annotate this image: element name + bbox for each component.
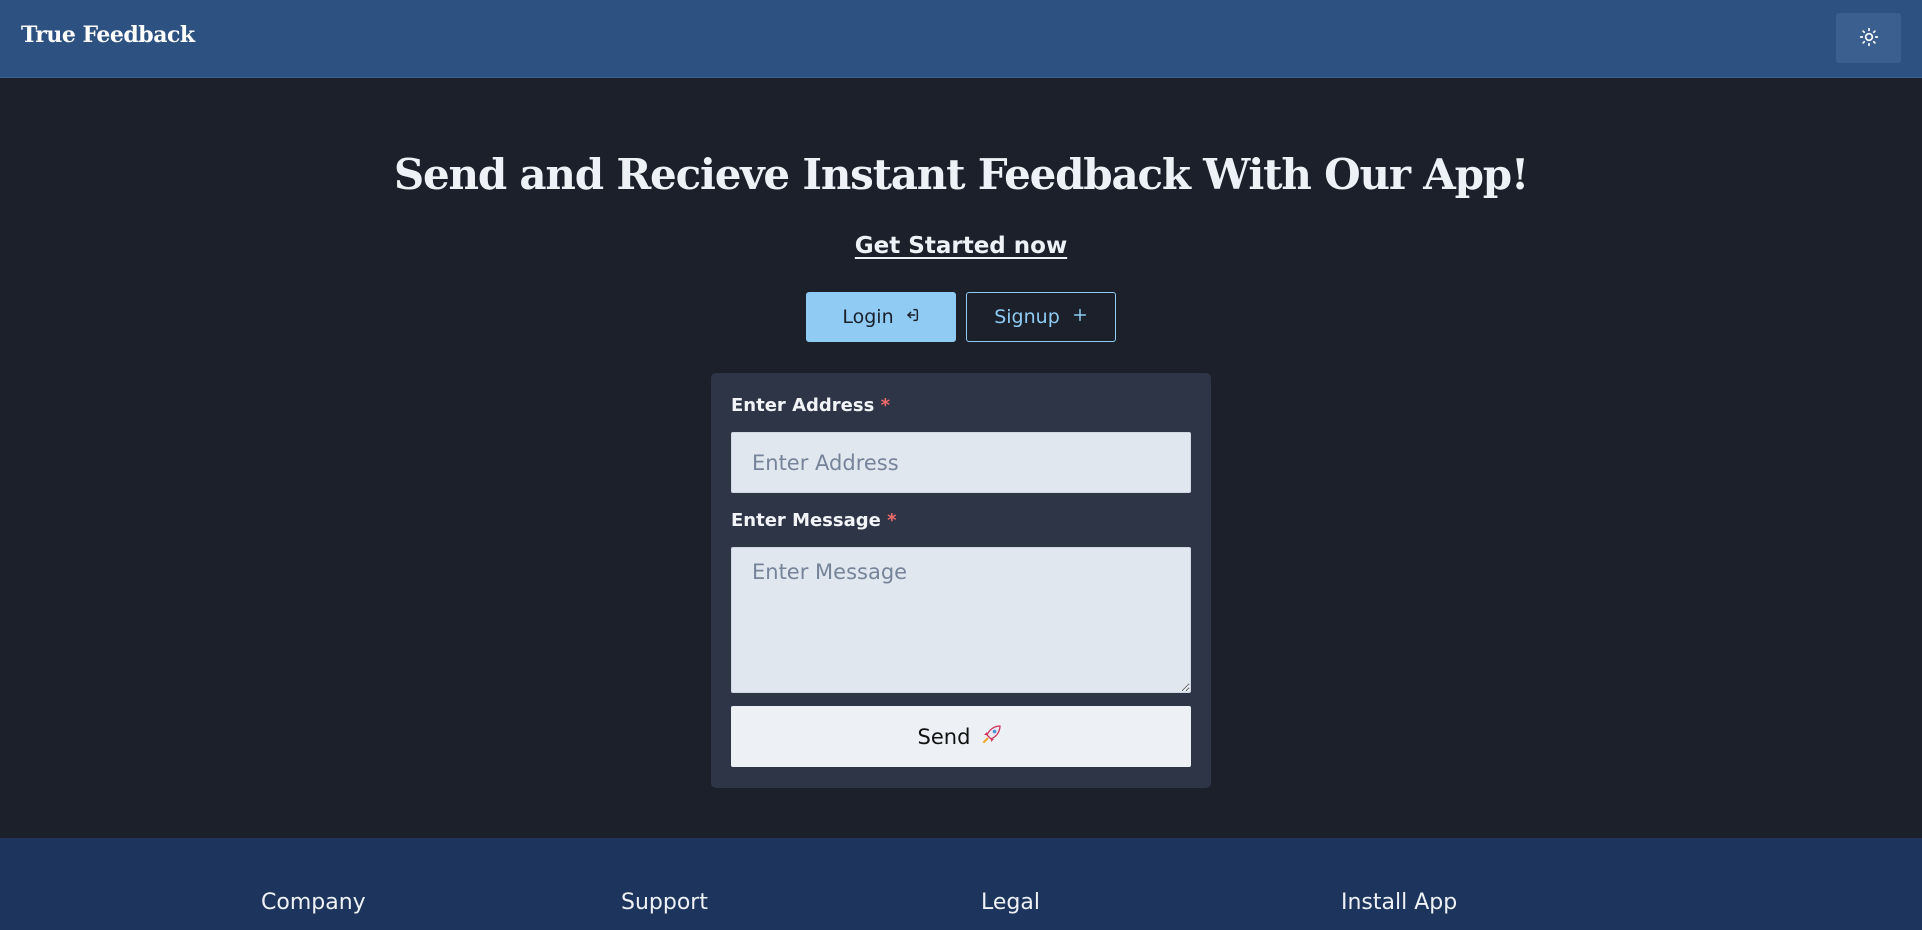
message-label-text: Enter Message	[731, 510, 881, 531]
hero-title: Send and Recieve Instant Feedback With O…	[393, 150, 1530, 199]
sun-icon	[1859, 27, 1879, 50]
rocket-icon	[980, 722, 1004, 751]
required-marker: *	[880, 395, 890, 416]
footer-heading-install-app: Install App	[1341, 890, 1458, 915]
footer-heading-support: Support	[621, 890, 708, 915]
footer: Company Support Legal Install App	[0, 838, 1922, 930]
message-label: Enter Message *	[731, 510, 897, 531]
login-arrow-icon	[904, 306, 920, 328]
auth-buttons: Login Signup	[806, 292, 1116, 342]
login-button[interactable]: Login	[806, 292, 956, 342]
brand-logo-text[interactable]: True Feedback	[21, 22, 195, 48]
footer-heading-legal: Legal	[981, 890, 1040, 915]
address-label-text: Enter Address	[731, 395, 875, 416]
navbar: True Feedback	[0, 0, 1922, 78]
login-label: Login	[842, 306, 894, 328]
main-content: Send and Recieve Instant Feedback With O…	[0, 78, 1922, 838]
required-marker: *	[887, 510, 897, 531]
address-label: Enter Address *	[731, 395, 890, 416]
send-label: Send	[917, 724, 971, 749]
signup-label: Signup	[994, 306, 1060, 328]
message-textarea[interactable]	[731, 547, 1191, 693]
signup-button[interactable]: Signup	[966, 292, 1116, 342]
plus-icon	[1072, 306, 1088, 328]
address-input[interactable]	[731, 432, 1191, 493]
footer-heading-company: Company	[261, 890, 366, 915]
feedback-form: Enter Address * Enter Message * Send	[711, 373, 1211, 788]
send-button[interactable]: Send	[731, 706, 1191, 767]
get-started-heading: Get Started now	[0, 233, 1922, 259]
theme-toggle-button[interactable]	[1836, 13, 1901, 63]
get-started-link[interactable]: Get Started now	[855, 233, 1067, 259]
